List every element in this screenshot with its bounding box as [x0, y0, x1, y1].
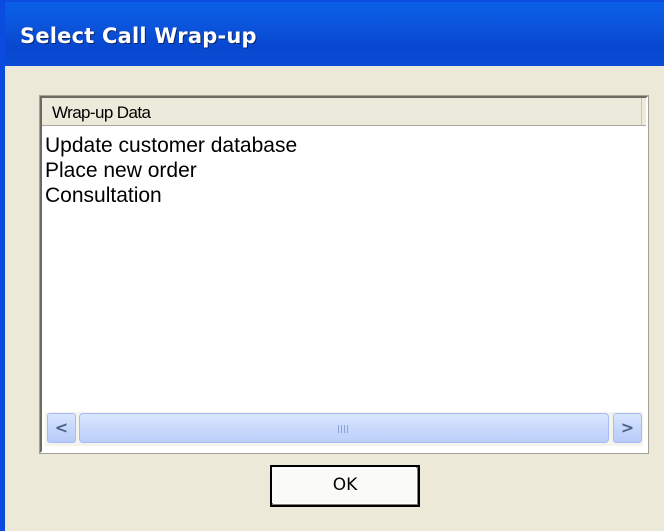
column-header-wrapup-data[interactable]: Wrap-up Data	[42, 98, 642, 125]
arrow-right-icon: >	[620, 418, 635, 437]
list-header: Wrap-up Data	[42, 98, 646, 126]
list-item[interactable]: Consultation	[45, 183, 605, 208]
ok-button[interactable]: OK	[270, 465, 420, 507]
scroll-right-button[interactable]: >	[613, 413, 642, 443]
grip-icon	[338, 425, 350, 433]
title-bar[interactable]: Select Call Wrap-up	[5, 2, 664, 66]
list-rows: Update customer database Place new order…	[45, 133, 605, 208]
arrow-left-icon: <	[54, 418, 69, 437]
dialog-title: Select Call Wrap-up	[20, 24, 257, 48]
horizontal-scrollbar[interactable]: < >	[45, 412, 643, 446]
scroll-left-button[interactable]: <	[47, 413, 76, 443]
list-item[interactable]: Update customer database	[45, 133, 605, 158]
scroll-thumb[interactable]	[79, 413, 609, 443]
wrapup-list[interactable]: Wrap-up Data Update customer database Pl…	[40, 96, 648, 453]
dialog-window: Select Call Wrap-up Wrap-up Data Update …	[0, 0, 664, 531]
list-item[interactable]: Place new order	[45, 158, 605, 183]
